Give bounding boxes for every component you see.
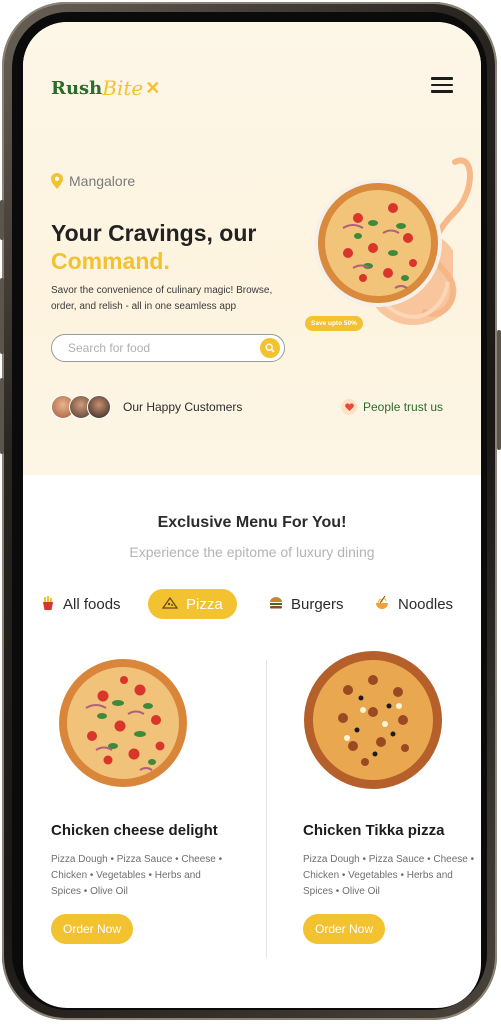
category-tabs: All foods Pizza Burgers Noodles [23,589,481,621]
burger-icon [269,596,283,612]
tab-label: All foods [63,595,121,613]
menu-section-title: Exclusive Menu For You! [157,514,347,531]
save-badge: Save upto 50% [305,316,363,331]
menu-item-name: Chicken Tikka pizza [303,822,445,839]
card-divider [266,660,267,958]
location-selector[interactable]: Mangalore [51,173,135,189]
people-trust-label: People trust us [341,399,443,415]
customer-avatars [51,395,111,419]
order-now-button[interactable]: Order Now [51,914,133,944]
trust-text: People trust us [363,400,444,414]
order-now-button[interactable]: Order Now [303,914,385,944]
menu-item-name: Chicken cheese delight [51,822,218,839]
pizza-image [304,651,442,789]
hero-headline-line1: Your Cravings, our [51,220,257,246]
logo-text-bite: Bite [102,76,144,100]
phone-side-button [0,378,4,454]
noodles-icon [374,595,390,614]
menu-item-ingredients: Pizza Dough • Pizza Sauce • Cheese • Chi… [303,854,475,897]
tab-noodles[interactable]: Noodles [374,589,453,619]
search-button[interactable] [260,338,280,358]
hero-headline: Your Cravings, our Command. [51,219,256,275]
tab-label: Pizza [186,595,223,613]
hero-headline-line2: Command. [51,248,170,274]
heart-icon [341,399,357,415]
cutlery-icon: ✕ [145,77,161,99]
search-bar[interactable] [51,334,285,362]
phone-side-button [0,278,4,354]
avatar [87,395,111,419]
phone-side-button [497,330,501,450]
happy-customers-label: Our Happy Customers [123,400,243,414]
tab-pizza[interactable]: Pizza [148,589,237,619]
hamburger-menu-icon[interactable] [431,77,453,93]
app-screen: Rush Bite ✕ Mangalore Your Cravings, our C… [23,22,481,1008]
pizza-icon [161,596,179,612]
location-label: Mangalore [69,173,136,189]
hero-section: Rush Bite ✕ Mangalore Your Cravings, our C… [23,22,481,475]
tab-label: Burgers [291,595,344,613]
hero-pizza-image [314,179,442,307]
location-pin-icon [51,173,63,189]
menu-item-ingredients: Pizza Dough • Pizza Sauce • Cheese • Chi… [51,854,223,897]
logo-text-rush: Rush [51,77,103,99]
search-input[interactable] [66,340,250,356]
pizza-image [59,659,187,787]
hero-description: Savor the convenience of culinary magic!… [51,285,273,312]
app-logo[interactable]: Rush Bite ✕ [51,76,160,100]
search-icon [265,343,275,353]
menu-section-subtitle: Experience the epitome of luxury dining [129,544,375,560]
tab-burgers[interactable]: Burgers [269,589,344,619]
tab-all-foods[interactable]: All foods [41,589,121,619]
fries-icon [41,595,55,613]
tab-label: Noodles [398,595,454,613]
phone-side-button [0,200,4,240]
